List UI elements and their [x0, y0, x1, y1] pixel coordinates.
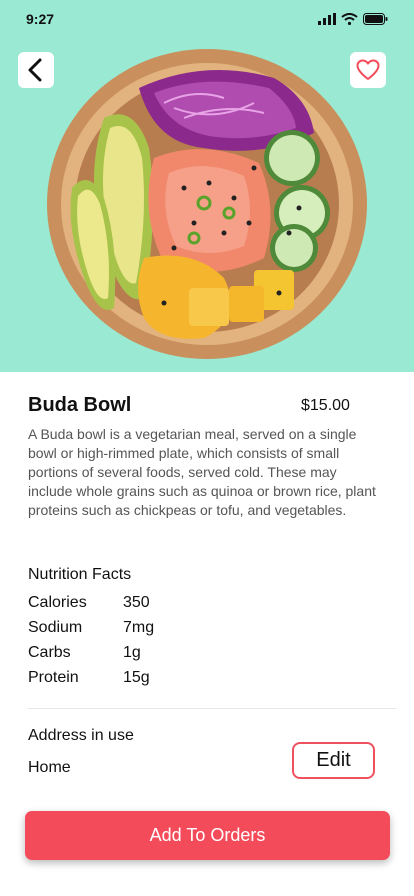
- address-title: Address in use: [28, 727, 134, 744]
- product-title: Buda Bowl: [28, 394, 132, 416]
- section-divider: [28, 708, 396, 709]
- nutrition-value: 7mg: [123, 619, 155, 636]
- add-to-orders-button[interactable]: Add To Orders: [25, 811, 390, 860]
- favorite-button[interactable]: [350, 52, 386, 88]
- battery-icon: [363, 13, 388, 25]
- status-bar: 9:27: [0, 0, 414, 40]
- edit-address-button[interactable]: Edit: [292, 742, 375, 779]
- nutrition-label: Protein: [28, 669, 79, 686]
- nutrition-label: Carbs: [28, 644, 71, 661]
- wifi-icon: [341, 13, 358, 25]
- product-description: A Buda bowl is a vegetarian meal, served…: [28, 426, 376, 518]
- nutrition-value: 1g: [123, 644, 141, 661]
- chevron-left-icon: [28, 58, 42, 82]
- nutrition-value: 15g: [123, 669, 150, 686]
- nutrition-value: 350: [123, 594, 150, 611]
- back-button[interactable]: [18, 52, 54, 88]
- poke-bowl-image: [47, 49, 367, 359]
- nutrition-label: Calories: [28, 594, 87, 611]
- nutrition-label: Sodium: [28, 619, 83, 636]
- status-time: 9:27: [26, 11, 55, 27]
- product-price: $15.00: [301, 397, 350, 414]
- signal-icon: [318, 13, 336, 25]
- hero-image: 9:27: [0, 0, 414, 372]
- status-icons: [318, 13, 388, 25]
- address-value: Home: [28, 759, 71, 776]
- heart-outline-icon: [356, 59, 380, 80]
- nutrition-title: Nutrition Facts: [28, 566, 132, 583]
